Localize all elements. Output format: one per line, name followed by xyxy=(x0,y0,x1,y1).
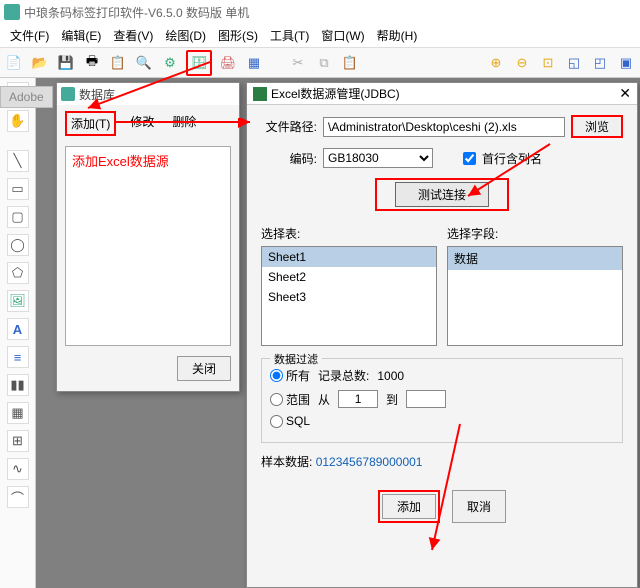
text-icon[interactable]: A xyxy=(7,318,29,340)
menu-file[interactable]: 文件(F) xyxy=(4,25,55,46)
preview-icon[interactable]: 🔍 xyxy=(134,53,154,73)
first-row-label: 首行含列名 xyxy=(482,150,542,167)
print-icon[interactable]: 🖶 xyxy=(82,53,102,73)
to-label: 到 xyxy=(386,391,398,408)
arc-icon[interactable]: ⌒ xyxy=(7,486,29,508)
filter-range-radio[interactable] xyxy=(270,393,283,406)
tables-listbox[interactable]: Sheet1 Sheet2 Sheet3 xyxy=(261,246,437,346)
cancel-button[interactable]: 取消 xyxy=(452,490,506,523)
zoom-fit-icon[interactable]: ⊡ xyxy=(538,53,558,73)
tool-sidebar: ↖ ✋ ╲ ▭ ▢ ◯ ⬠ 🖼 A ≡ ▮▮ ▦ ⊞ ∿ ⌒ xyxy=(0,78,36,588)
app-icon xyxy=(4,4,20,20)
excel-icon xyxy=(253,87,267,101)
paste-icon[interactable]: 📋 xyxy=(340,53,360,73)
richtext-icon[interactable]: ≡ xyxy=(7,346,29,368)
select-table-label: 选择表: xyxy=(261,225,437,242)
fields-listbox[interactable]: 数据 xyxy=(447,246,623,346)
modify-tab[interactable]: 修改 xyxy=(126,111,158,136)
filter-legend: 数据过滤 xyxy=(270,351,322,367)
doc-icon[interactable]: 📋 xyxy=(108,53,128,73)
database-icon[interactable]: 🗄 xyxy=(186,50,212,76)
select-field-label: 选择字段: xyxy=(447,225,623,242)
app-title: 中琅条码标签打印软件-V6.5.0 数码版 单机 xyxy=(24,4,249,21)
grid-icon[interactable]: ▦ xyxy=(244,53,264,73)
path-label: 文件路径: xyxy=(261,118,317,135)
cut-icon[interactable]: ✂ xyxy=(288,53,308,73)
image-icon[interactable]: 🖼 xyxy=(7,290,29,312)
adobe-badge: Adobe xyxy=(0,86,53,108)
first-row-checkbox[interactable] xyxy=(463,152,476,165)
open-icon[interactable]: 📂 xyxy=(30,53,50,73)
filter-all-radio[interactable] xyxy=(270,369,283,382)
table-icon[interactable]: ⊞ xyxy=(7,430,29,452)
delete-tab[interactable]: 删除 xyxy=(168,111,200,136)
gear-icon[interactable]: ⚙ xyxy=(160,53,180,73)
ellipse-icon[interactable]: ◯ xyxy=(7,234,29,256)
menu-tool[interactable]: 工具(T) xyxy=(264,25,315,46)
new-icon[interactable]: 📄 xyxy=(4,53,24,73)
menu-edit[interactable]: 编辑(E) xyxy=(55,25,107,46)
excel-dialog-title: Excel数据源管理(JDBC) xyxy=(271,85,400,102)
sample-value: 0123456789000001 xyxy=(316,455,423,469)
menu-window[interactable]: 窗口(W) xyxy=(315,25,370,46)
zoom-out-icon[interactable]: ⊖ xyxy=(512,53,532,73)
save-icon[interactable]: 💾 xyxy=(56,53,76,73)
zoom-actual-icon[interactable]: ▣ xyxy=(616,53,636,73)
qr-icon[interactable]: ▦ xyxy=(7,402,29,424)
list-item[interactable]: 数据 xyxy=(448,247,622,270)
menu-view[interactable]: 查看(V) xyxy=(107,25,159,46)
filter-sql-label: SQL xyxy=(286,414,310,428)
filter-sql-radio[interactable] xyxy=(270,415,283,428)
to-input[interactable] xyxy=(406,390,446,408)
list-item[interactable]: Sheet1 xyxy=(262,247,436,267)
menu-shape[interactable]: 图形(S) xyxy=(212,25,264,46)
from-label: 从 xyxy=(318,391,330,408)
menu-draw[interactable]: 绘图(D) xyxy=(159,25,212,46)
hint-text: 添加Excel数据源 xyxy=(72,151,169,170)
hand-icon[interactable]: ✋ xyxy=(7,110,29,132)
menubar: 文件(F) 编辑(E) 查看(V) 绘图(D) 图形(S) 工具(T) 窗口(W… xyxy=(0,24,640,48)
curve-icon[interactable]: ∿ xyxy=(7,458,29,480)
datasource-icon xyxy=(61,87,75,101)
datasource-list[interactable]: 添加Excel数据源 xyxy=(65,146,231,346)
sample-label: 样本数据: xyxy=(261,455,312,469)
encoding-label: 编码: xyxy=(261,150,317,167)
add-button[interactable]: 添加 xyxy=(382,494,436,519)
excel-source-dialog: Excel数据源管理(JDBC) ✕ 文件路径: 浏览 编码: GB18030 … xyxy=(246,82,638,588)
add-tab[interactable]: 添加(T) xyxy=(65,111,116,136)
datasource-title: 数据库 xyxy=(79,86,115,103)
menu-help[interactable]: 帮助(H) xyxy=(371,25,424,46)
roundrect-icon[interactable]: ▢ xyxy=(7,206,29,228)
filter-range-label: 范围 xyxy=(286,391,310,408)
browse-button[interactable]: 浏览 xyxy=(571,115,623,138)
path-input[interactable] xyxy=(323,117,565,137)
filter-all-label: 所有 xyxy=(286,367,310,384)
record-count-label: 记录总数: xyxy=(318,367,369,384)
zoom-in-icon[interactable]: ⊕ xyxy=(486,53,506,73)
rect-icon[interactable]: ▭ xyxy=(7,178,29,200)
datasource-dialog: 数据库 添加(T) 修改 删除 添加Excel数据源 关闭 xyxy=(56,82,240,392)
list-item[interactable]: Sheet3 xyxy=(262,287,436,307)
close-icon[interactable]: ✕ xyxy=(619,85,631,102)
toolbar: 📄 📂 💾 🖶 📋 🔍 ⚙ 🗄 🖨 ▦ ✂ ⧉ 📋 ⊕ ⊖ ⊡ ◱ ◰ ▣ xyxy=(0,48,640,78)
datasource-header: 数据库 xyxy=(57,83,239,105)
from-input[interactable] xyxy=(338,390,378,408)
zoom-100-icon[interactable]: ◱ xyxy=(564,53,584,73)
line-icon[interactable]: ╲ xyxy=(7,150,29,172)
close-button[interactable]: 关闭 xyxy=(177,356,231,381)
barcode-icon[interactable]: ▮▮ xyxy=(7,374,29,396)
list-item[interactable]: Sheet2 xyxy=(262,267,436,287)
test-connection-button[interactable]: 测试连接 xyxy=(395,182,489,207)
polygon-icon[interactable]: ⬠ xyxy=(7,262,29,284)
app-titlebar: 中琅条码标签打印软件-V6.5.0 数码版 单机 xyxy=(0,0,640,24)
record-count-value: 1000 xyxy=(377,369,404,383)
printer-icon[interactable]: 🖨 xyxy=(218,53,238,73)
zoom-page-icon[interactable]: ◰ xyxy=(590,53,610,73)
copy-icon[interactable]: ⧉ xyxy=(314,53,334,73)
encoding-select[interactable]: GB18030 xyxy=(323,148,433,168)
